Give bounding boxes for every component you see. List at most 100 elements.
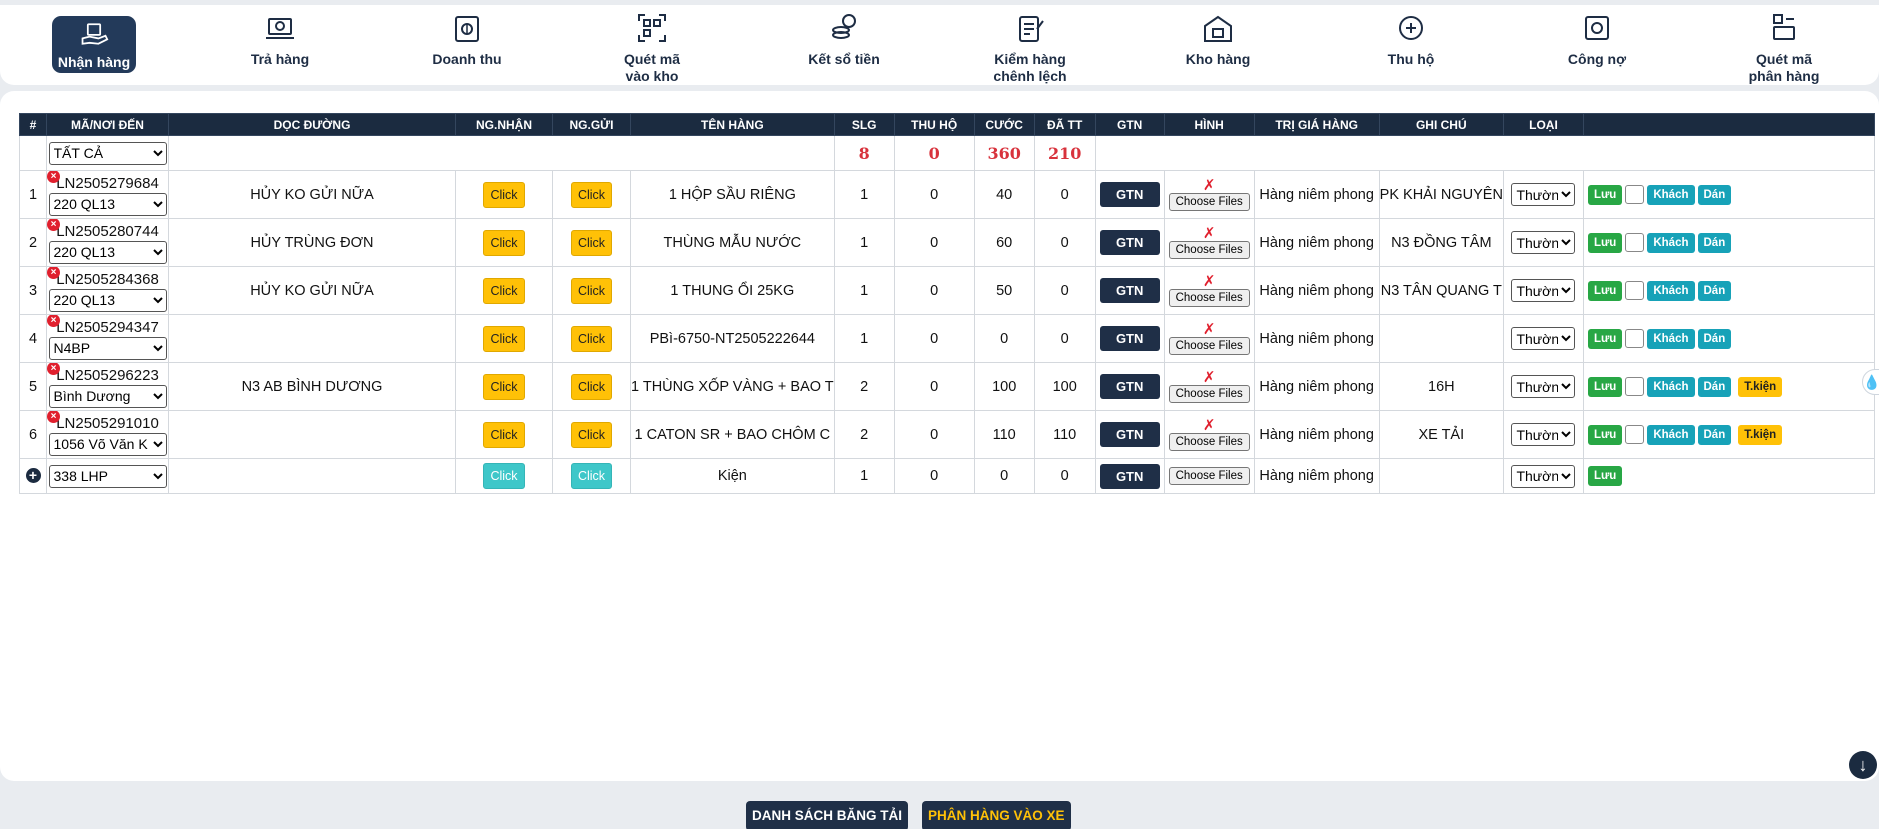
receiver-click-button[interactable]: Click [483,421,525,448]
save-button[interactable]: Lưu [1587,184,1623,205]
new-save-button[interactable]: Lưu [1587,466,1623,486]
gtn-button[interactable]: GTN [1099,374,1160,399]
add-row-plus-icon[interactable]: + [25,468,41,483]
sort-to-truck-button[interactable]: PHÂN HÀNG VÀO XE [922,801,1071,829]
type-select[interactable]: Thường [1511,183,1576,206]
nav-item-4[interactable]: Kết sổ tiền [784,11,904,81]
paste-button[interactable]: Dán [1697,376,1732,397]
sender-click-button[interactable]: Click [570,181,613,208]
destination-select[interactable]: 220 QL13 [48,192,167,216]
row-index: 2 [28,234,38,251]
gtn-button[interactable]: GTN [1099,278,1160,303]
delete-row-icon[interactable]: × [47,411,60,423]
nav-item-0[interactable]: Nhận hàng [52,16,136,73]
receiver-click-button[interactable]: Click [483,277,525,304]
sender-click-button[interactable]: Click [570,277,613,304]
destination-select[interactable]: 220 QL13 [48,288,167,312]
delete-row-icon[interactable]: × [47,363,60,375]
delete-row-icon[interactable]: × [47,171,60,183]
sender-click-button[interactable]: Click [570,229,613,256]
customer-button[interactable]: Khách [1647,184,1695,205]
new-paid-amount: 0 [1060,468,1069,484]
nav-item-9[interactable]: Quét mã phân hàng [1724,11,1844,84]
paste-button[interactable]: Dán [1697,328,1732,349]
save-button[interactable]: Lưu [1587,280,1623,301]
paste-button[interactable]: Dán [1697,232,1732,253]
paste-button[interactable]: Dán [1697,280,1732,301]
nav-item-7[interactable]: Thu hộ [1351,11,1471,81]
customer-button[interactable]: Khách [1647,328,1695,349]
new-destination-select[interactable]: 338 LHP [48,464,167,488]
delete-row-icon[interactable]: × [47,219,60,231]
customer-button[interactable]: Khách [1647,232,1695,253]
receiver-click-button[interactable]: Click [483,373,525,400]
select-checkbox[interactable] [1625,281,1645,300]
new-sender-click-button[interactable]: Click [570,463,613,489]
select-checkbox[interactable] [1625,329,1645,348]
nav-item-5[interactable]: Kiểm hàng chênh lệch [970,11,1090,84]
nav-item-3[interactable]: Quét mã vào kho [592,11,712,84]
new-gtn-button[interactable]: GTN [1099,463,1160,489]
new-type-select[interactable]: Thường [1511,464,1576,488]
paste-button[interactable]: Dán [1697,424,1732,445]
type-select[interactable]: Thường [1511,375,1576,398]
type-select[interactable]: Thường [1511,279,1576,302]
gtn-button[interactable]: GTN [1099,326,1160,351]
choose-files-button[interactable]: Choose Files [1168,433,1250,451]
gtn-button[interactable]: GTN [1099,182,1160,207]
save-button[interactable]: Lưu [1587,232,1623,253]
destination-filter-select[interactable]: TẤT CẢ [48,141,167,165]
save-button[interactable]: Lưu [1587,376,1623,397]
save-button[interactable]: Lưu [1587,328,1623,349]
scroll-down-icon[interactable]: ↓ [1849,751,1877,779]
select-checkbox[interactable] [1625,425,1645,444]
nav-item-label: Quét mã vào kho [623,51,680,84]
nav-item-6[interactable]: Kho hàng [1158,11,1278,81]
new-receiver-click-button[interactable]: Click [483,463,525,489]
note-text: XE TẢI [1418,426,1465,443]
parcel-button[interactable]: T.kiện [1738,424,1783,445]
image-missing-icon: ✗ [1202,369,1216,386]
new-choose-files-button[interactable]: Choose Files [1168,467,1250,485]
select-checkbox[interactable] [1625,377,1645,396]
goods-value: Hàng niêm phong [1259,330,1374,347]
conveyor-list-button[interactable]: DANH SÁCH BĂNG TẢI [746,801,908,829]
nav-item-8[interactable]: Công nợ [1537,11,1657,81]
select-checkbox[interactable] [1625,185,1645,204]
customer-button[interactable]: Khách [1647,424,1695,445]
nav-item-2[interactable]: Doanh thu [407,11,527,81]
sender-click-button[interactable]: Click [570,421,613,448]
choose-files-button[interactable]: Choose Files [1168,193,1250,211]
choose-files-button[interactable]: Choose Files [1168,337,1250,355]
sender-click-button[interactable]: Click [570,325,613,352]
choose-files-button[interactable]: Choose Files [1168,241,1250,259]
destination-select[interactable]: Bình Dương [48,384,167,408]
customer-button[interactable]: Khách [1647,376,1695,397]
customer-button[interactable]: Khách [1647,280,1695,301]
gtn-button[interactable]: GTN [1099,230,1160,255]
delete-row-icon[interactable]: × [47,315,60,327]
sender-click-button[interactable]: Click [570,373,613,400]
receiver-click-button[interactable]: Click [483,325,525,352]
nav-item-label: Thu hộ [1387,51,1435,67]
type-select[interactable]: Thường [1511,423,1576,446]
destination-select[interactable]: 1056 Võ Văn K [48,432,167,456]
save-button[interactable]: Lưu [1587,424,1623,445]
destination-select[interactable]: N4BP [48,336,167,360]
destination-select[interactable]: 220 QL13 [48,240,167,264]
parcel-button[interactable]: T.kiện [1738,376,1783,397]
delete-row-icon[interactable]: × [47,267,60,279]
type-select[interactable]: Thường [1511,231,1576,254]
nav-item-1[interactable]: Trả hàng [220,11,340,81]
note-text: N3 TÂN QUANG T [1380,282,1502,299]
column-header [1582,113,1875,136]
receiver-click-button[interactable]: Click [483,229,525,256]
select-checkbox[interactable] [1625,233,1645,252]
choose-files-button[interactable]: Choose Files [1168,289,1250,307]
paste-button[interactable]: Dán [1697,184,1732,205]
choose-files-button[interactable]: Choose Files [1168,385,1250,403]
goods-value: Hàng niêm phong [1259,378,1374,395]
receiver-click-button[interactable]: Click [483,181,525,208]
gtn-button[interactable]: GTN [1099,422,1160,447]
type-select[interactable]: Thường [1511,327,1576,350]
